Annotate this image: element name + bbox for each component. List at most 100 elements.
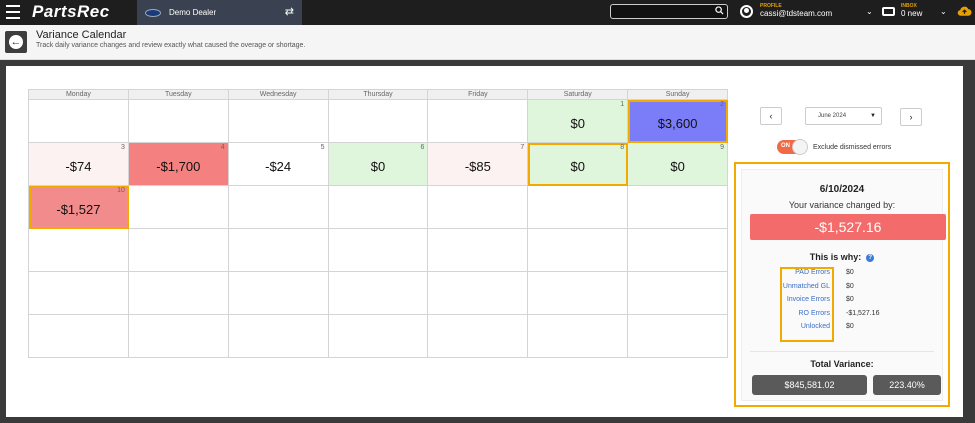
arrow-left-icon: ←	[9, 35, 23, 49]
calendar-day-cell	[328, 186, 429, 229]
detail-date: 6/10/2024	[819, 184, 865, 195]
calendar-day-cell[interactable]: 1 $0	[528, 100, 629, 143]
weekday-tuesday: Tuesday	[128, 90, 229, 100]
day-number: 7	[520, 144, 525, 151]
calendar-day-cell[interactable]: 10 -$1,527	[29, 186, 129, 229]
shuffle-icon[interactable]: ⇄	[285, 6, 294, 18]
why-label: This is why:	[809, 252, 862, 262]
weekday-sunday: Sunday	[628, 90, 729, 100]
calendar-day-cell	[128, 315, 229, 358]
cloud-upload-icon[interactable]	[957, 5, 972, 17]
exclude-dismissed-toggle[interactable]: ON	[777, 139, 808, 155]
month-select[interactable]: June 2024 ▼	[805, 107, 882, 125]
error-value: $0	[846, 269, 854, 276]
calendar-week	[29, 272, 729, 315]
error-link[interactable]: PAD Errors	[780, 269, 830, 276]
chevron-down-icon[interactable]: ⌄	[866, 7, 873, 16]
day-variance: $0	[570, 159, 585, 174]
calendar-day-cell	[428, 272, 529, 315]
weekday-header: Monday Tuesday Wednesday Thursday Friday Satu…	[29, 90, 729, 100]
back-button[interactable]: ←	[5, 31, 27, 53]
calendar-day-cell	[428, 186, 529, 229]
day-number: 10	[117, 187, 125, 194]
toggle-state: ON	[781, 143, 790, 149]
calendar-day-cell[interactable]: 5 -$24	[228, 143, 329, 186]
calendar-day-cell	[228, 315, 329, 358]
menu-icon[interactable]	[6, 5, 20, 19]
calendar-day-cell	[528, 315, 629, 358]
calendar-day-cell	[128, 186, 229, 229]
detail-amount: -$1,527.16	[750, 214, 946, 240]
calendar-day-cell	[528, 229, 629, 272]
calendar-day-cell	[428, 229, 529, 272]
calendar-day-cell	[328, 272, 429, 315]
next-month-button[interactable]: ›	[900, 108, 922, 126]
calendar-week	[29, 229, 729, 272]
variance-calendar: Monday Tuesday Wednesday Thursday Friday Satu…	[28, 89, 729, 358]
error-link[interactable]: Unmatched GL	[780, 283, 830, 290]
main-content: Monday Tuesday Wednesday Thursday Friday Satu…	[6, 66, 963, 417]
detail-changed-label: Your variance changed by:	[788, 200, 896, 210]
calendar-day-cell[interactable]: 3 -$74	[29, 143, 129, 186]
total-variance-percent: 223.40%	[873, 375, 941, 395]
weekday-friday: Friday	[428, 90, 529, 100]
profile-email[interactable]: cassi@tdsteam.com	[760, 9, 832, 18]
calendar-day-cell[interactable]: 8 $0	[528, 143, 629, 186]
day-variance: -$1,700	[156, 159, 201, 174]
variance-detail-panel: 6/10/2024 Your variance changed by: -$1,…	[734, 162, 950, 407]
calendar-day-cell	[528, 186, 629, 229]
day-number: 2	[720, 101, 725, 108]
calendar-day-cell	[328, 229, 429, 272]
weekday-saturday: Saturday	[528, 90, 629, 100]
inbox-count[interactable]: 0 new	[901, 9, 922, 18]
day-variance: -$74	[65, 159, 92, 174]
error-link[interactable]: RO Errors	[780, 310, 831, 317]
search-icon[interactable]	[715, 6, 724, 15]
error-link[interactable]: Unlocked	[780, 323, 830, 330]
calendar-day-cell	[428, 315, 529, 358]
chevron-down-icon[interactable]: ⌄	[940, 7, 947, 16]
calendar-day-cell	[328, 100, 429, 143]
calendar-day-cell[interactable]: 6 $0	[328, 143, 429, 186]
calendar-body: 1 $0 2 $3,600 3 -$74 4 -$1,700 5 -$24 6 $0 7 -$85 8 $0 9…	[29, 100, 729, 358]
calendar-day-cell	[128, 272, 229, 315]
day-number: 3	[120, 144, 125, 151]
prev-month-button[interactable]: ‹	[760, 107, 782, 125]
calendar-day-cell	[228, 272, 329, 315]
error-link[interactable]: Invoice Errors	[780, 296, 830, 303]
day-number: 5	[320, 144, 325, 151]
error-value: $0	[846, 323, 854, 330]
calendar-day-cell	[29, 315, 129, 358]
weekday-wednesday: Wednesday	[228, 90, 329, 100]
calendar-day-cell[interactable]: 7 -$85	[428, 143, 529, 186]
detail-why: This is why:?	[742, 252, 942, 262]
page-header: ← Variance Calendar Track daily variance…	[0, 25, 975, 60]
day-variance: $0	[370, 159, 386, 174]
inbox-icon[interactable]	[882, 7, 895, 16]
error-value: $0	[846, 296, 854, 303]
dealer-switcher[interactable]: Demo Dealer ⇄	[137, 0, 302, 25]
toggle-knob	[792, 139, 808, 155]
calendar-day-cell[interactable]: 9 $0	[628, 143, 729, 186]
total-variance-label: Total Variance:	[810, 359, 874, 369]
calendar-day-cell	[228, 186, 329, 229]
weekday-monday: Monday	[29, 90, 129, 100]
app-logo[interactable]: PartsRec	[32, 2, 110, 22]
calendar-day-cell	[628, 272, 729, 315]
page-subtitle: Track daily variance changes and review …	[36, 42, 306, 49]
search-input[interactable]	[611, 9, 711, 22]
day-variance: $0	[670, 159, 685, 174]
calendar-day-cell	[628, 186, 729, 229]
calendar-day-cell	[628, 315, 729, 358]
day-number: 6	[420, 144, 425, 151]
calendar-week: 3 -$74 4 -$1,700 5 -$24 6 $0 7 -$85 8 $0 9 $0	[29, 143, 729, 186]
calendar-day-cell[interactable]: 4 -$1,700	[128, 143, 229, 186]
help-icon[interactable]: ?	[866, 253, 875, 262]
calendar-week	[29, 315, 729, 358]
variance-detail-card: 6/10/2024 Your variance changed by: -$1,…	[741, 169, 946, 401]
user-icon[interactable]	[740, 5, 753, 18]
calendar-day-cell[interactable]: 2 $3,600	[628, 100, 729, 143]
day-variance: $0	[570, 116, 585, 131]
dealer-name: Demo Dealer	[169, 8, 217, 17]
calendar-day-cell	[528, 272, 629, 315]
